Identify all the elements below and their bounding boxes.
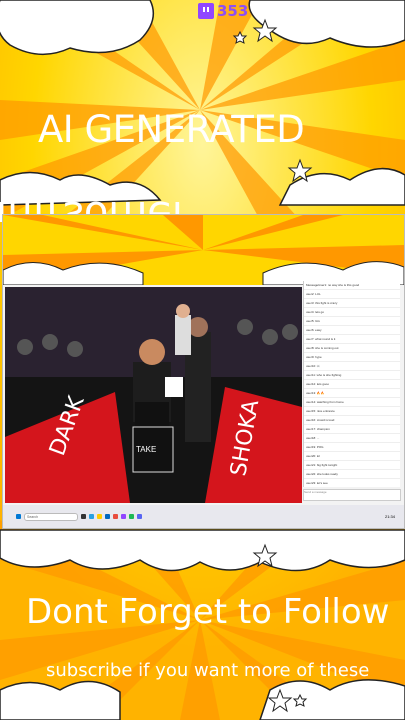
chat-message: user21: big fight tonight — [304, 461, 400, 470]
chat-message: user16: crowd is loud — [304, 416, 400, 425]
chat-message: user10: 👀 — [304, 362, 400, 371]
chat-message: user18: ... — [304, 434, 400, 443]
boxing-scene: DARK SHOKA TAKE — [5, 287, 302, 503]
chat-message: user13: 🔥🔥 — [304, 389, 400, 398]
live-chat-panel: MessageUser1: no way she is this good use… — [303, 281, 400, 487]
store-icon[interactable] — [105, 514, 110, 519]
video-player[interactable]: DARK SHOKA TAKE — [5, 287, 302, 503]
chat-message: user9: hype — [304, 353, 400, 362]
windows-start-icon[interactable] — [16, 514, 21, 519]
folder-icon[interactable] — [97, 514, 102, 519]
chat-message: user7: what round is it — [304, 335, 400, 344]
subscribe-banner: subscribe if you want more of these — [46, 660, 370, 681]
shorts-text: TAKE — [136, 445, 156, 454]
taskbar-search[interactable]: Search — [24, 512, 78, 521]
taskview-icon[interactable] — [81, 514, 86, 519]
chat-message: user20: lol — [304, 452, 400, 461]
chat-input[interactable]: Send a message — [303, 489, 401, 501]
edge-icon[interactable] — [89, 514, 94, 519]
chat-message: user12: lets gooo — [304, 380, 400, 389]
discord-icon[interactable] — [137, 514, 142, 519]
chat-message: user14: watching from home — [304, 398, 400, 407]
chat-messages: MessageUser1: no way she is this good use… — [304, 281, 400, 487]
spotify-icon[interactable] — [129, 514, 134, 519]
chat-message: MessageUser1: no way she is this good — [304, 281, 400, 290]
viewer-count: 353 — [217, 2, 249, 20]
chat-message: user6: easy — [304, 326, 400, 335]
chat-message: user8: she is coming out — [304, 344, 400, 353]
background-strip — [3, 215, 404, 285]
chat-message: user23: let's see — [304, 479, 400, 487]
ai-generated-label: AI GENERATED — [38, 108, 305, 151]
twitch-viewer-badge: 353 — [198, 2, 248, 20]
chat-message: user19: POG — [304, 443, 400, 452]
twitch-icon — [198, 3, 214, 19]
taskbar-clock[interactable]: 21:34 — [385, 514, 395, 519]
chat-message: user11: who is she fighting — [304, 371, 400, 380]
app-icon[interactable] — [113, 514, 118, 519]
chat-message: user2: LUL — [304, 290, 400, 299]
chat-message: user17: champion — [304, 425, 400, 434]
chat-message: user5: GG — [304, 317, 400, 326]
chat-message: user3: this fight is crazy — [304, 299, 400, 308]
captured-desktop: DARK SHOKA TAKE MessageUser1: no way she… — [2, 214, 405, 529]
chat-message: user4: lets go — [304, 308, 400, 317]
follow-banner: Dont Forget to Follow — [26, 592, 390, 632]
windows-taskbar: Search 21:34 — [3, 505, 404, 528]
twitch-app-icon[interactable] — [121, 514, 126, 519]
chat-message: user15: nice entrance — [304, 407, 400, 416]
chat-message: user22: she looks ready — [304, 470, 400, 479]
